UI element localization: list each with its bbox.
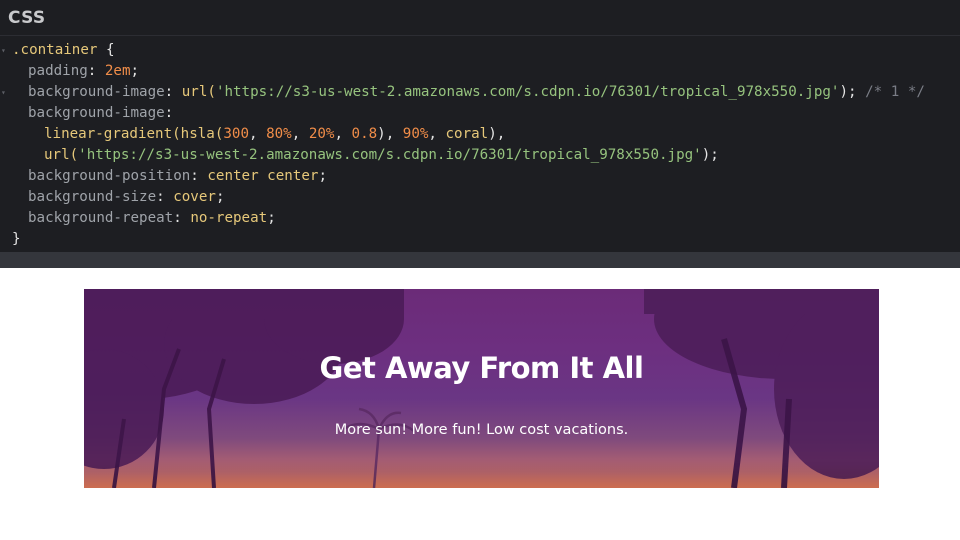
code-line-8: background-size: cover;: [28, 189, 225, 205]
fold-arrow-icon[interactable]: ▾: [1, 82, 6, 103]
hero-title: Get Away From It All: [319, 351, 644, 385]
code-line-10: }: [12, 231, 21, 247]
editor-resize-bar[interactable]: [0, 252, 960, 268]
fold-arrow-icon[interactable]: ▾: [1, 40, 6, 61]
code-line-2: padding: 2em;: [28, 63, 140, 79]
code-area[interactable]: ▾ .container { padding: 2em; ▾ background-…: [0, 40, 960, 250]
code-line-3: ▾ background-image: url('https://s3-us-we…: [0, 82, 960, 103]
preview-container: Get Away From It All More sun! More fun!…: [84, 289, 879, 488]
editor-title: CSS: [8, 7, 46, 28]
code-line-7: background-position: center center;: [28, 168, 327, 184]
code-line-9: background-repeat: no-repeat;: [28, 210, 276, 226]
code-line-6: url('https://s3-us-west-2.amazonaws.com/…: [44, 147, 719, 163]
tropical-scene-image: [84, 289, 879, 488]
code-line-1: ▾ .container {: [0, 40, 960, 61]
code-line-5: linear-gradient(hsla(300, 80%, 20%, 0.8)…: [44, 126, 506, 142]
css-editor-panel: CSS ▾ .container { padding: 2em; ▾ backgro…: [0, 0, 960, 268]
code-line-4: background-image:: [28, 105, 174, 121]
hero-subtitle: More sun! More fun! Low cost vacations.: [334, 422, 629, 438]
editor-header: CSS: [0, 0, 960, 36]
